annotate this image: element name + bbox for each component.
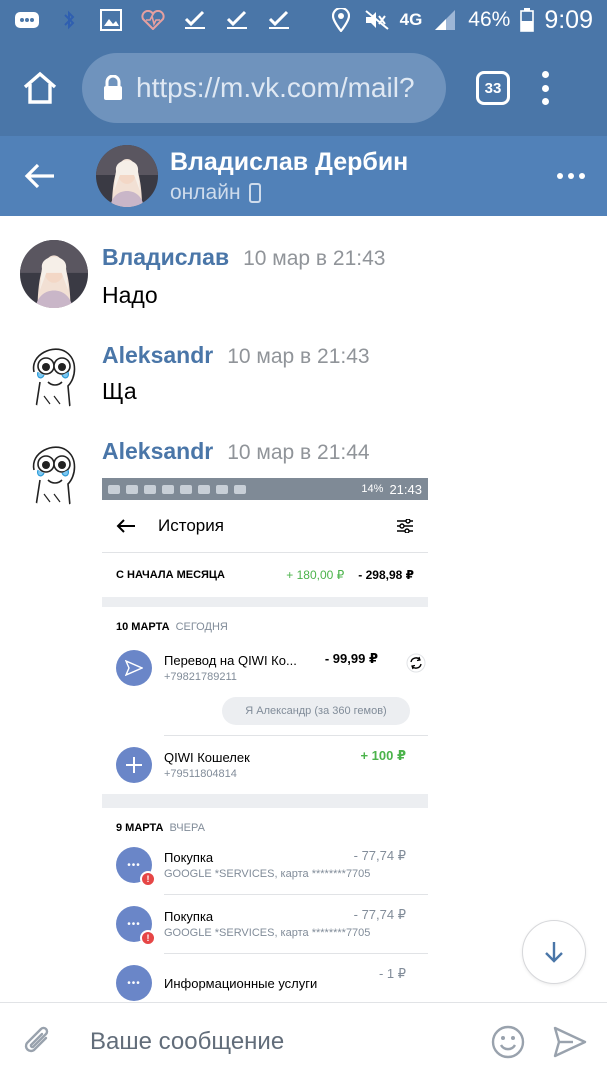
message-composer [0,1002,607,1080]
contact-name: Владислав Дербин [170,147,409,176]
paperclip-icon[interactable] [20,1024,56,1060]
contact-status: онлайн [170,181,408,205]
gallery-icon [98,9,124,31]
more-button[interactable] [557,173,585,179]
transaction-amount: - 77,74 ₽ [353,848,406,863]
address-bar[interactable]: https://m.vk.com/mail? [82,53,446,123]
transaction-amount: - 1 ₽ [378,966,406,981]
attachment-header: История [102,500,428,552]
avatar[interactable] [96,145,158,207]
bluetooth-icon [56,9,82,31]
tabs-button[interactable]: 33 [476,71,510,105]
clock: 9:09 [544,5,593,34]
chat-header: Владислав Дербин онлайн [0,136,607,216]
transaction-amount: - 77,74 ₽ [353,907,406,922]
message-time: 10 мар в 21:44 [227,441,370,464]
chat-notification-icon [14,9,40,31]
message-input[interactable] [90,1027,430,1056]
message-author[interactable]: Aleksandr [102,438,213,465]
battery-percent: 46% [468,8,511,31]
summary-income: + 180,00 ₽ [286,568,345,582]
message-list[interactable]: Владислав 10 мар в 21:43 Надо Aleksandr … [0,216,607,1002]
month-summary: С НАЧАЛА МЕСЯЦА + 180,00 ₽ - 298,98 ₽ [102,553,428,597]
health-icon [140,9,166,31]
transaction-row: ••• ! Покупка GOOGLE *SERVICES, карта **… [102,895,428,953]
emoji-icon[interactable] [491,1025,525,1059]
arrow-left-icon [116,519,135,533]
browser-menu-button[interactable] [540,71,550,105]
repeat-icon [406,653,426,673]
message-time: 10 мар в 21:43 [243,247,386,270]
attached-image[interactable]: 14% 21:43 История С НАЧАЛА МЕСЯЦА + 180,… [102,478,428,1002]
task-done-icon [224,9,250,31]
message-text: Надо [102,282,158,308]
message-time: 10 мар в 21:43 [227,345,370,368]
arrow-down-icon [545,942,563,963]
payment-icon: ••• ! [116,847,156,887]
avatar[interactable] [20,240,88,308]
plus-icon [116,747,152,783]
task-done-icon [266,9,292,31]
status-bar: 4G 46% 9:09 [0,0,607,40]
transaction-row: ••• ! Покупка GOOGLE *SERVICES, карта **… [102,836,428,894]
back-button[interactable] [22,158,58,194]
send-icon[interactable] [553,1025,587,1059]
filter-icon [397,519,413,533]
section-date: 10 МАРТА СЕГОДНЯ [116,621,228,633]
payment-icon: ••• [116,965,152,1001]
alert-icon: ! [140,930,156,946]
online-status-text: онлайн [170,180,241,204]
meme-face-icon [20,440,88,508]
mobile-icon [248,182,261,203]
summary-expense: - 298,98 ₽ [358,568,414,582]
summary-label: С НАЧАЛА МЕСЯЦА [116,569,225,581]
network-type: 4G [399,10,423,29]
task-done-icon [182,9,208,31]
meme-face-icon [20,342,88,410]
home-icon [23,71,57,104]
mute-icon [364,9,390,31]
history-section: 10 МАРТА СЕГОДНЯ Перевод на QIWI Ко... +7… [102,607,428,794]
attachment-title: История [158,516,224,535]
transaction-amount: + 100 ₽ [360,748,406,763]
section-date: 9 МАРТА ВЧЕРА [116,822,205,834]
message-author[interactable]: Владислав [102,244,229,271]
scroll-down-button[interactable] [522,920,586,984]
transaction-row: ••• Информационные услуги - 1 ₽ [102,954,428,1002]
location-icon [328,8,354,32]
battery-icon [520,8,535,32]
alert-icon: ! [140,871,156,887]
attachment-time: 21:43 [389,481,422,497]
payment-icon: ••• ! [116,906,156,946]
attachment-status-bar: 14% 21:43 [102,478,428,500]
signal-icon [432,9,458,31]
history-section: 9 МАРТА ВЧЕРА ••• ! Покупка GOOGLE *SERVI… [102,808,428,1002]
url-text: https://m.vk.com/mail? [136,72,415,103]
transaction-amount: - 99,99 ₽ [324,651,378,666]
browser-toolbar: https://m.vk.com/mail? 33 [0,40,607,136]
transaction-comment: Я Александр (за 360 гемов) [222,697,410,725]
transaction-row: QIWI Кошелек +79511804814 + 100 ₽ [102,736,428,794]
transaction-row: Перевод на QIWI Ко... +79821789211 - 99,… [102,639,428,697]
avatar[interactable] [20,440,88,508]
lock-icon [104,75,122,100]
transfer-icon [116,650,152,686]
attachment-battery: 14% [361,483,384,495]
message-text: Ща [102,378,137,404]
home-button[interactable] [18,66,62,110]
avatar[interactable] [20,342,88,410]
arrow-left-icon [24,163,54,189]
message-author[interactable]: Aleksandr [102,342,213,369]
